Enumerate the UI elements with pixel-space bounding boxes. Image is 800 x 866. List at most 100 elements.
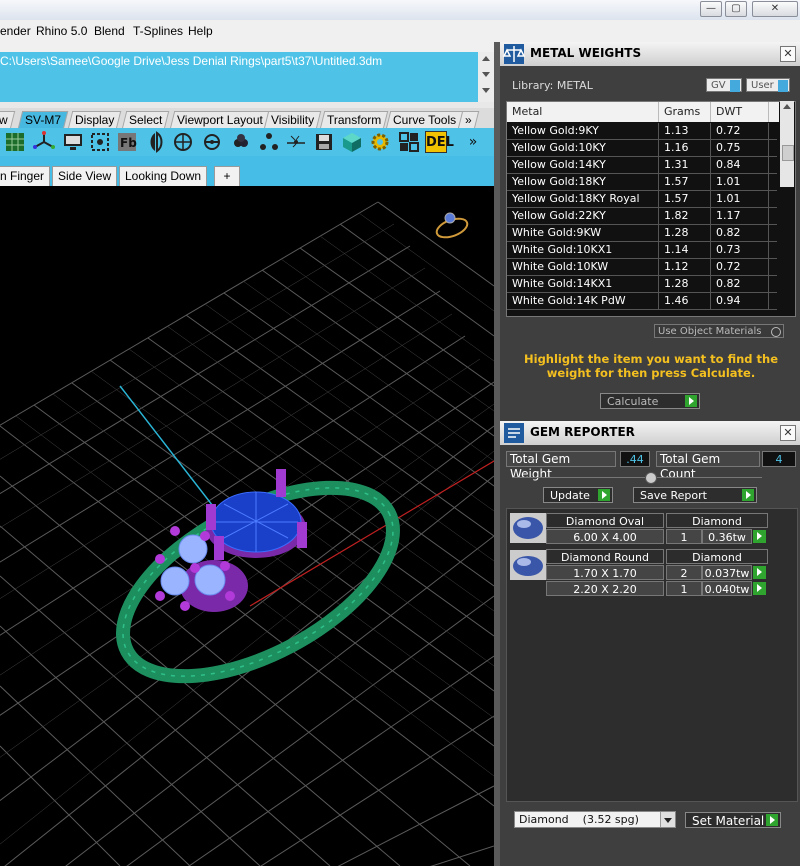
dwt-cell: 0.73 — [711, 242, 769, 258]
go-arrow-icon[interactable] — [753, 566, 766, 579]
add-view-tab-button[interactable]: + — [214, 166, 240, 187]
scroll-down-icon[interactable] — [482, 72, 490, 77]
metal-name-cell: Yellow Gold:22KY — [507, 208, 659, 224]
target-icon[interactable] — [89, 131, 111, 153]
del-icon[interactable]: DEL — [425, 131, 454, 153]
tab-sv-m7[interactable]: SV-M7 — [17, 111, 69, 129]
tab-visibility[interactable]: Visibility — [263, 111, 322, 129]
gem-reporter-header: GEM REPORTER ✕ — [500, 421, 800, 445]
go-arrow-icon[interactable] — [753, 582, 766, 595]
update-button[interactable]: Update — [543, 487, 613, 503]
grams-cell: 1.28 — [659, 225, 711, 241]
sphere-icon[interactable] — [172, 131, 194, 153]
view-cube-ring-icon[interactable] — [434, 212, 470, 241]
cube-icon[interactable] — [341, 131, 363, 153]
scroll-up-icon[interactable] — [783, 104, 791, 109]
menu-bar: ender Rhino 5.0 Blend T-Splines Help — [0, 20, 800, 42]
menu-rhino[interactable]: Rhino 5.0 — [36, 24, 87, 38]
fb-icon[interactable]: Fb — [116, 131, 138, 153]
save-report-button[interactable]: Save Report — [633, 487, 757, 503]
gem-material-oval: Diamond — [666, 513, 768, 528]
view-tab-side-view[interactable]: Side View — [52, 166, 118, 187]
network-icon[interactable] — [258, 131, 280, 153]
total-gem-count-label: Total Gem Count — [656, 451, 760, 481]
hint-text: Highlight the item you want to find the … — [524, 352, 778, 380]
maximize-button[interactable]: ▢ — [725, 1, 747, 17]
scatter-icon[interactable] — [285, 131, 307, 153]
metal-row[interactable]: Yellow Gold:9KY 1.13 0.72 — [507, 123, 777, 140]
scroll-thumb[interactable] — [782, 145, 794, 161]
scroll-up-icon[interactable] — [482, 56, 490, 61]
column-header-grams[interactable]: Grams — [659, 102, 711, 122]
go-arrow-icon — [598, 489, 610, 501]
material-select[interactable]: Diamond (3.52 spg) — [514, 811, 676, 828]
gem-weight: 0.040tw — [702, 581, 752, 596]
collapse-icon[interactable] — [645, 472, 657, 484]
gem-size: 6.00 X 4.00 — [546, 529, 664, 544]
chevron-down-icon[interactable] — [660, 812, 675, 827]
metal-row[interactable]: White Gold:14K PdW 1.46 0.94 — [507, 293, 777, 310]
menu-render[interactable]: ender — [0, 24, 31, 38]
column-header-metal[interactable]: Metal — [507, 102, 659, 122]
metal-row[interactable]: Yellow Gold:14KY 1.31 0.84 — [507, 157, 777, 174]
axes-icon[interactable] — [33, 131, 55, 153]
grid-icon[interactable] — [4, 131, 26, 153]
tab-transform[interactable]: Transform — [319, 111, 389, 129]
scroll-down-icon[interactable] — [482, 88, 490, 93]
close-gem-reporter-button[interactable]: ✕ — [780, 425, 796, 441]
gem-weight: 0.037tw — [702, 565, 752, 580]
mirror-icon[interactable] — [145, 131, 167, 153]
round-gem-icon — [510, 550, 546, 580]
gear-icon[interactable] — [369, 131, 391, 153]
cluster-icon[interactable] — [201, 131, 223, 153]
total-gem-weight-value: .44 — [620, 451, 650, 467]
metal-row[interactable]: White Gold:14KX1 1.28 0.82 — [507, 276, 777, 293]
metal-table-scrollbar[interactable] — [780, 101, 794, 187]
menu-tsplines[interactable]: T-Splines — [133, 24, 183, 38]
metal-row[interactable]: Yellow Gold:22KY 1.82 1.17 — [507, 208, 777, 225]
metal-row[interactable]: Yellow Gold:10KY 1.16 0.75 — [507, 140, 777, 157]
grams-cell: 1.16 — [659, 140, 711, 156]
minimize-button[interactable]: — — [700, 1, 722, 17]
command-scrollbar[interactable] — [478, 52, 494, 102]
use-object-materials-toggle[interactable]: Use Object Materials — [654, 324, 784, 338]
metal-table[interactable]: Metal Grams DWT Yellow Gold:9KY 1.13 0.72 Y… — [506, 101, 796, 317]
metal-name-cell: Yellow Gold:18KY Royal — [507, 191, 659, 207]
set-material-button[interactable]: Set Material — [685, 812, 781, 828]
metal-row[interactable]: White Gold:10KW 1.12 0.72 — [507, 259, 777, 276]
user-toggle[interactable]: User — [746, 78, 790, 92]
metal-name-cell: Yellow Gold:14KY — [507, 157, 659, 173]
layout-icon[interactable] — [398, 131, 420, 153]
close-window-button[interactable]: ✕ — [752, 1, 798, 17]
file-path-text: C:\Users\Samee\Google Drive\Jess Denial … — [0, 54, 383, 68]
metal-name-cell: White Gold:10KW — [507, 259, 659, 275]
3d-viewport[interactable] — [0, 186, 494, 866]
metal-row[interactable]: White Gold:9KW 1.28 0.82 — [507, 225, 777, 242]
dwt-cell: 0.94 — [711, 293, 769, 309]
metal-row[interactable]: White Gold:10KX1 1.14 0.73 — [507, 242, 777, 259]
dwt-cell: 1.17 — [711, 208, 769, 224]
column-header-dwt[interactable]: DWT — [711, 102, 769, 122]
save-icon[interactable] — [313, 131, 335, 153]
gem-shape-round: Diamond Round — [546, 549, 664, 564]
metal-row[interactable]: Yellow Gold:18KY Royal 1.57 1.01 — [507, 191, 777, 208]
command-top-strip — [0, 42, 494, 52]
tab-select[interactable]: Select — [121, 111, 170, 129]
gv-toggle[interactable]: GV — [706, 78, 742, 92]
metal-name-cell: Yellow Gold:18KY — [507, 174, 659, 190]
calculate-button[interactable]: Calculate — [600, 393, 700, 409]
monitor-icon[interactable] — [62, 131, 84, 153]
menu-blend[interactable]: Blend — [94, 24, 125, 38]
gem-count: 1 — [666, 581, 702, 596]
tab-viewport-layout[interactable]: Viewport Layout — [169, 111, 271, 129]
dots-icon[interactable] — [230, 131, 252, 153]
more-icon[interactable]: » — [462, 131, 484, 153]
view-tab-looking-down[interactable]: Looking Down — [119, 166, 208, 187]
tab-display[interactable]: Display — [67, 111, 122, 129]
go-arrow-icon[interactable] — [753, 530, 766, 543]
metal-row[interactable]: Yellow Gold:18KY 1.57 1.01 — [507, 174, 777, 191]
menu-help[interactable]: Help — [188, 24, 213, 38]
close-metal-weights-button[interactable]: ✕ — [780, 46, 796, 62]
view-tab-finger[interactable]: n Finger — [0, 166, 51, 187]
tab-curve-tools[interactable]: Curve Tools — [385, 111, 464, 129]
